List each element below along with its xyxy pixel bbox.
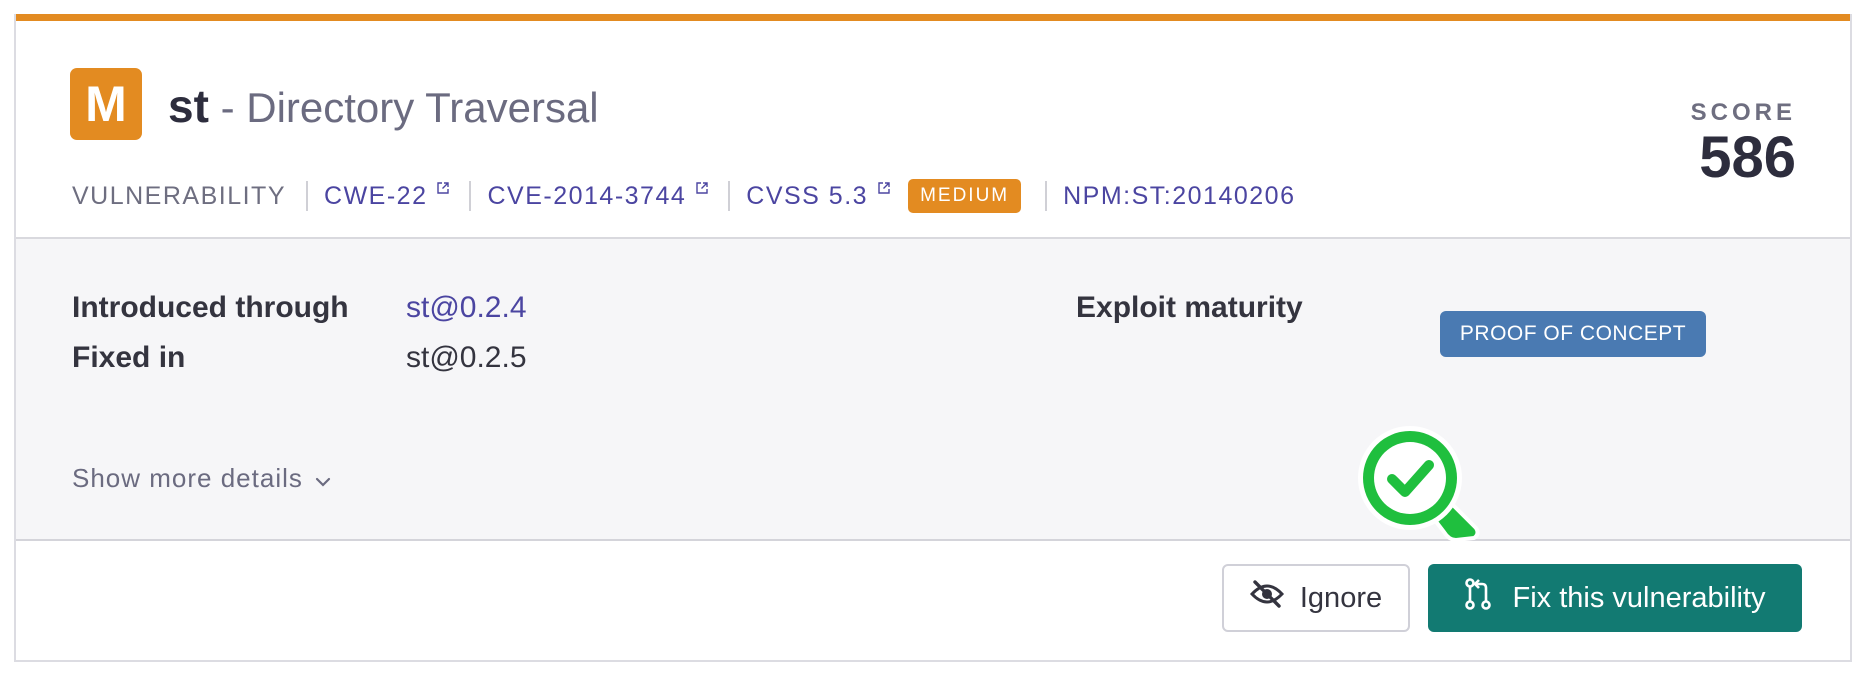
ignore-button[interactable]: Ignore — [1222, 564, 1410, 632]
exploit-maturity-label: Exploit maturity — [1076, 291, 1303, 324]
divider — [728, 181, 731, 211]
eye-slash-icon — [1249, 580, 1284, 616]
cwe-link[interactable]: CWE-22 — [324, 181, 450, 211]
show-more-details-toggle[interactable]: Show more details — [72, 463, 331, 494]
show-more-label: Show more details — [72, 463, 303, 493]
ignore-label: Ignore — [1299, 581, 1383, 614]
title-separator: - — [208, 84, 247, 131]
divider — [1045, 181, 1048, 211]
vulnerability-name: Directory Traversal — [246, 84, 599, 131]
severity-top-bar — [16, 14, 1850, 21]
details-panel: Introduced through st@0.2.4 Fixed in st@… — [16, 239, 1850, 543]
type-label: VULNERABILITY — [72, 181, 287, 210]
external-link-icon — [878, 172, 890, 201]
chevron-down-icon — [315, 463, 331, 494]
cve-text: CVE-2014-3744 — [487, 181, 687, 210]
fix-label: Fix this vulnerability — [1512, 581, 1766, 614]
vulnerability-title: st - Directory Traversal — [168, 79, 599, 133]
snyk-id-link[interactable]: NPM:ST:20140206 — [1063, 182, 1295, 211]
cvss-text: CVSS 5.3 — [746, 181, 869, 210]
exploit-maturity-badge: PROOF OF CONCEPT — [1440, 311, 1706, 357]
divider — [306, 181, 309, 211]
fixed-in-label: Fixed in — [72, 341, 186, 374]
external-link-icon — [696, 172, 708, 201]
pull-request-icon — [1464, 578, 1492, 618]
priority-score: SCORE 586 — [1691, 99, 1796, 187]
check-pin-icon — [1352, 422, 1482, 557]
introduced-through-value[interactable]: st@0.2.4 — [406, 291, 527, 325]
vulnerability-card: M st - Directory Traversal VULNERABILITY… — [14, 14, 1852, 662]
introduced-through-label: Introduced through — [72, 291, 349, 324]
fix-vulnerability-button[interactable]: Fix this vulnerability — [1428, 564, 1802, 632]
cvss-link[interactable]: CVSS 5.3 — [746, 182, 890, 211]
score-label: SCORE — [1690, 99, 1796, 126]
cve-link[interactable]: CVE-2014-3744 — [487, 182, 708, 211]
cwe-text: CWE-22 — [324, 181, 428, 210]
score-value: 586 — [1699, 125, 1796, 190]
vulnerability-meta: VULNERABILITY CWE-22 CVE-2014-3744 CVSS … — [72, 179, 1295, 213]
severity-letter-badge: M — [70, 68, 142, 140]
divider — [469, 181, 472, 211]
card-header: M st - Directory Traversal VULNERABILITY… — [16, 21, 1850, 239]
package-name: st — [168, 80, 209, 132]
severity-badge: MEDIUM — [908, 179, 1022, 213]
external-link-icon — [437, 172, 450, 201]
fixed-in-value: st@0.2.5 — [406, 341, 527, 374]
